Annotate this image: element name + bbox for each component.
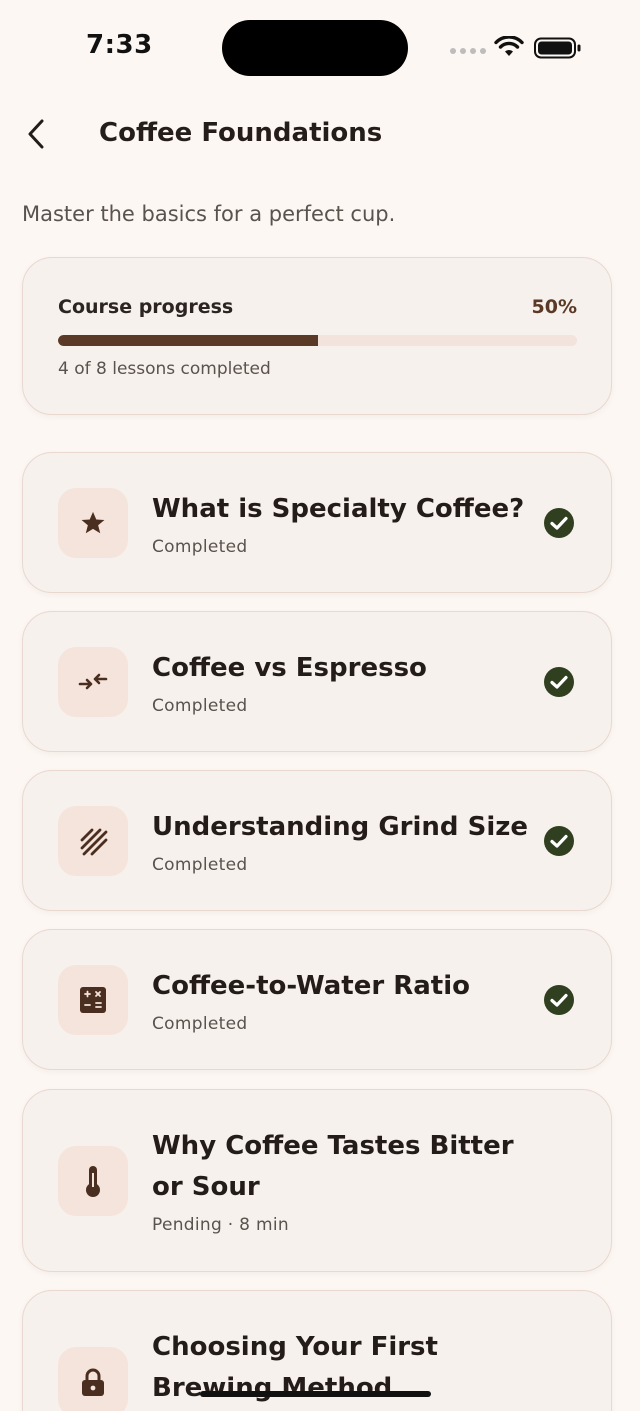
star-icon bbox=[81, 511, 105, 534]
lesson-status: Completed bbox=[152, 1014, 248, 1034]
compare-arrows-icon bbox=[78, 673, 108, 690]
back-button[interactable] bbox=[16, 112, 56, 156]
lesson-title: What is Specialty Coffee? bbox=[152, 494, 525, 524]
thermometer-icon bbox=[86, 1166, 100, 1197]
status-time: 7:33 bbox=[86, 30, 153, 60]
calculator-icon bbox=[80, 987, 106, 1013]
check-circle-icon bbox=[544, 508, 574, 538]
lesson-title: Coffee-to-Water Ratio bbox=[152, 971, 470, 1001]
lesson-icon-tile bbox=[58, 965, 128, 1035]
course-progress-card: Course progress 50% 4 of 8 lessons compl… bbox=[22, 257, 612, 415]
lock-icon bbox=[82, 1368, 104, 1396]
lesson-card[interactable]: What is Specialty Coffee? Completed bbox=[22, 452, 612, 593]
lesson-title: Understanding Grind Size bbox=[152, 812, 528, 842]
lesson-status: Completed bbox=[152, 696, 248, 716]
battery-icon bbox=[534, 37, 581, 59]
progress-label: Course progress bbox=[58, 296, 234, 318]
check-circle-icon bbox=[544, 667, 574, 697]
wifi-icon bbox=[494, 36, 524, 56]
check-circle-icon bbox=[544, 826, 574, 856]
lesson-title: Coffee vs Espresso bbox=[152, 653, 427, 683]
home-indicator bbox=[200, 1391, 431, 1397]
lesson-status: Pending · 8 min bbox=[152, 1215, 289, 1235]
app-header: Coffee Foundations bbox=[0, 100, 640, 170]
lesson-icon-tile bbox=[58, 488, 128, 558]
status-bar: 7:33 bbox=[0, 0, 640, 96]
progress-count: 4 of 8 lessons completed bbox=[58, 359, 271, 379]
dynamic-island bbox=[222, 20, 408, 76]
check-circle-icon bbox=[544, 985, 574, 1015]
chevron-left-icon bbox=[28, 119, 44, 149]
lesson-status: Completed bbox=[152, 537, 248, 557]
progress-percent: 50% bbox=[531, 296, 577, 318]
cellular-signal-icon bbox=[450, 48, 486, 54]
lesson-card[interactable]: Coffee vs Espresso Completed bbox=[22, 611, 612, 752]
lesson-card[interactable]: Coffee-to-Water Ratio Completed bbox=[22, 929, 612, 1070]
page-subtitle: Master the basics for a perfect cup. bbox=[22, 202, 396, 226]
lesson-icon-tile bbox=[58, 1347, 128, 1411]
lesson-status: Completed bbox=[152, 855, 248, 875]
lesson-icon-tile bbox=[58, 806, 128, 876]
lesson-title: Why Coffee Tastes Bitter or Sour bbox=[152, 1131, 514, 1202]
lesson-icon-tile bbox=[58, 1146, 128, 1216]
lesson-card[interactable]: Why Coffee Tastes Bitter or Sour Pending… bbox=[22, 1089, 612, 1272]
lesson-icon-tile bbox=[58, 647, 128, 717]
progress-bar-fill bbox=[58, 335, 318, 346]
page-title: Coffee Foundations bbox=[99, 118, 383, 148]
lesson-card[interactable]: Understanding Grind Size Completed bbox=[22, 770, 612, 911]
progress-bar bbox=[58, 335, 577, 346]
texture-icon bbox=[80, 828, 108, 856]
